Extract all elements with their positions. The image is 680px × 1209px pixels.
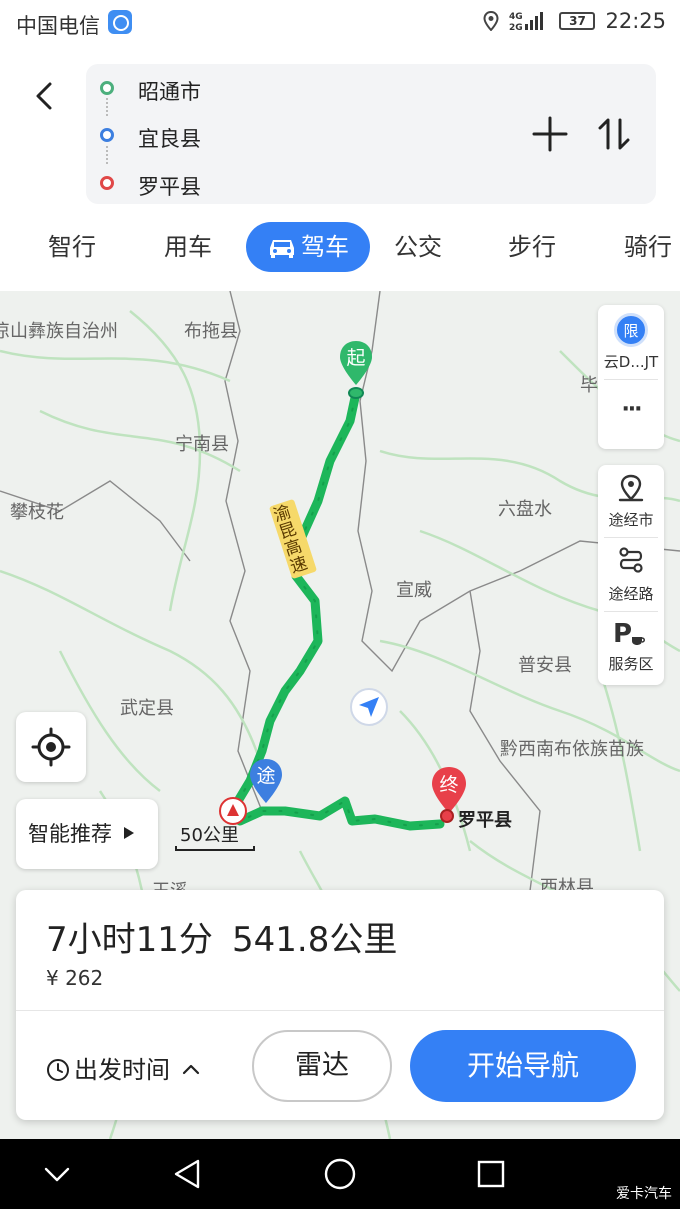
- map-label: 毕: [580, 375, 598, 396]
- map-label: 黔西南布依族苗族: [500, 739, 644, 760]
- swap-icon[interactable]: [594, 114, 634, 154]
- watermark: 爱卡汽车: [616, 1186, 672, 1202]
- via-road-label: 途经路: [608, 585, 654, 603]
- tab-label: 智行: [48, 233, 96, 261]
- car-icon: [270, 240, 294, 258]
- locate-button[interactable]: [16, 712, 86, 782]
- end-dot-icon: [100, 176, 114, 190]
- map-label: 凉山彝族自治州: [0, 321, 118, 342]
- map-label: 普安县: [518, 655, 572, 676]
- via-city-label: 途经市: [608, 511, 654, 529]
- via-road-icon: [619, 547, 643, 573]
- end-stop[interactable]: 罗平县: [138, 171, 201, 201]
- map-scale-label: 50公里: [180, 825, 239, 846]
- side-panel-top: 限 云D...JT ···: [598, 305, 664, 449]
- dotted-connector: [106, 98, 108, 116]
- tab-smart[interactable]: 智行: [20, 222, 124, 272]
- via-city-icon: [618, 474, 644, 502]
- route-duration: 7小时11分: [46, 920, 213, 960]
- chevron-up-icon: [182, 1064, 199, 1075]
- route-panel: 昭通市 宜良县 罗平县: [86, 64, 656, 204]
- map-label: 宁南县: [175, 434, 229, 455]
- smart-recommend-label: 智能推荐: [28, 822, 112, 846]
- signal-icon: 4G 2G: [509, 12, 544, 32]
- route-summary-card[interactable]: 7小时11分 541.8公里 ¥ 262 出发时间 雷达 开始导航: [16, 890, 664, 1120]
- divider: [604, 537, 658, 538]
- end-marker-text: 终: [439, 774, 459, 796]
- svg-text:2G: 2G: [509, 23, 523, 32]
- via-dot-icon: [100, 128, 114, 142]
- transport-tabs: 智行 用车 驾车 公交 步行 骑行: [0, 222, 680, 276]
- route-distance: 541.8公里: [232, 920, 398, 960]
- via-city-button[interactable]: 途经市: [598, 465, 664, 535]
- restriction-label: 云D...JT: [603, 353, 659, 371]
- map-label: 六盘水: [498, 499, 552, 520]
- tab-ride[interactable]: 用车: [136, 222, 240, 272]
- start-navigation-button[interactable]: 开始导航: [410, 1030, 636, 1102]
- card-divider: [16, 1010, 664, 1011]
- tab-drive[interactable]: 驾车: [246, 222, 370, 272]
- back-arrow-icon[interactable]: [28, 78, 64, 114]
- clock: 22:25: [605, 9, 666, 33]
- restriction-icon-text: 限: [623, 322, 639, 340]
- svg-text:4G: 4G: [509, 12, 523, 22]
- via-marker-text: 途: [256, 765, 276, 787]
- back-triangle-icon[interactable]: [172, 1158, 204, 1190]
- location-icon: [483, 11, 499, 31]
- clock-icon: [47, 1059, 69, 1081]
- restriction-button[interactable]: 限 云D...JT: [598, 305, 664, 377]
- restriction-icon: 限: [614, 313, 648, 347]
- end-city-label: 罗平县: [458, 810, 512, 831]
- triangle-right-icon: [123, 827, 134, 839]
- chevron-down-icon[interactable]: [42, 1165, 72, 1185]
- divider: [604, 611, 658, 612]
- tab-label: 骑行: [624, 233, 672, 261]
- start-point-dot: [348, 387, 364, 399]
- tab-bus[interactable]: 公交: [366, 222, 470, 272]
- add-stop-icon[interactable]: [530, 114, 570, 154]
- depart-time-button[interactable]: 出发时间: [46, 1050, 200, 1085]
- tab-label: 公交: [394, 233, 442, 261]
- tab-walk[interactable]: 步行: [480, 222, 584, 272]
- service-area-label: 服务区: [608, 655, 654, 673]
- battery-indicator: 37: [559, 12, 596, 30]
- tab-label: 驾车: [301, 233, 349, 261]
- crosshair-icon: [31, 727, 71, 767]
- parking-coffee-icon: P: [613, 619, 645, 649]
- route-fee: ¥ 262: [46, 966, 104, 990]
- divider: [604, 379, 658, 380]
- map-label: 攀枝花: [10, 502, 64, 523]
- home-circle-icon[interactable]: [323, 1157, 357, 1191]
- map-label: 布拖县: [184, 321, 238, 342]
- via-stop[interactable]: 宜良县: [138, 123, 201, 153]
- svg-text:P: P: [613, 619, 632, 649]
- via-road-button[interactable]: 途经路: [598, 539, 664, 609]
- start-dot-icon: [100, 81, 114, 95]
- service-area-button[interactable]: P 服务区: [598, 613, 664, 683]
- more-button[interactable]: ···: [598, 397, 664, 422]
- via-marker[interactable]: 途: [248, 757, 284, 805]
- tab-label: 步行: [508, 233, 556, 261]
- carrier-name: 中国电信: [16, 14, 100, 38]
- tab-bike[interactable]: 骑行: [596, 222, 680, 272]
- dotted-connector: [106, 146, 108, 164]
- start-marker[interactable]: 起: [338, 339, 374, 387]
- current-location-arrow-icon: [350, 688, 388, 726]
- start-marker-text: 起: [346, 347, 366, 369]
- radar-button[interactable]: 雷达: [252, 1030, 392, 1102]
- depart-time-label: 出发时间: [74, 1056, 170, 1084]
- status-bar: 中国电信 4G 2G 37 22:25: [0, 0, 680, 46]
- end-point-dot: [440, 809, 454, 823]
- map-label: 宣威: [396, 580, 432, 601]
- side-panel-route: 途经市 途经路 P 服务区: [598, 465, 664, 685]
- hd-call-icon: [108, 10, 132, 34]
- recents-square-icon[interactable]: [476, 1159, 506, 1189]
- system-navigation-bar: 爱卡汽车: [0, 1139, 680, 1209]
- status-right: 4G 2G 37 22:25: [483, 9, 666, 33]
- map-label: 武定县: [120, 698, 174, 719]
- smart-recommend-button[interactable]: 智能推荐: [16, 799, 158, 869]
- start-stop[interactable]: 昭通市: [138, 76, 201, 106]
- tab-label: 用车: [164, 233, 212, 261]
